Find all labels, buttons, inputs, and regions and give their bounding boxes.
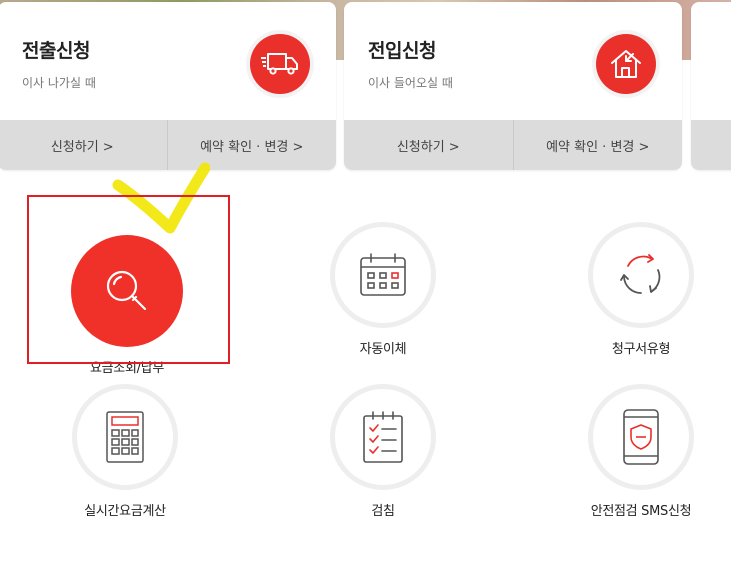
menu-label: 안전점검 SMS신청 [590,504,692,519]
menu-meter-reading[interactable]: 검침 [308,384,458,519]
partial-card[interactable] [691,2,731,170]
move-out-card: 전출신청 이사 나가실 때 신청하기 > 예약 확인 · 변경 > [0,2,336,170]
menu-label: 검침 [371,504,395,519]
house-arrow-in-icon [592,30,660,98]
card-title: 전입신청 [368,40,436,62]
card-subtitle: 이사 들어오실 때 [368,76,453,90]
calculator-icon [72,384,178,490]
menu-realtime-calc[interactable]: 실시간요금계산 [50,384,200,519]
menu-safety-sms[interactable]: 안전점검 SMS신청 [566,384,716,519]
menu-label: 자동이체 [359,342,407,357]
menu-bill-type[interactable]: 청구서유형 [566,222,716,357]
moving-truck-icon [246,30,314,98]
menu-auto-transfer[interactable]: 자동이체 [308,222,458,357]
phone-shield-icon [588,384,694,490]
card-title: 전출신청 [22,40,90,62]
menu-label: 실시간요금계산 [84,504,166,519]
move-in-manage-link[interactable]: 예약 확인 · 변경 > [512,120,683,170]
move-in-apply-link[interactable]: 신청하기 > [344,120,513,170]
menu-label: 청구서유형 [611,342,671,357]
cycle-arrows-icon [588,222,694,328]
selection-highlight [27,195,230,364]
card-subtitle: 이사 나가실 때 [22,76,96,90]
calendar-icon [330,222,436,328]
move-in-card: 전입신청 이사 들어오실 때 신청하기 > 예약 확인 · 변경 > [344,2,682,170]
checklist-icon [330,384,436,490]
